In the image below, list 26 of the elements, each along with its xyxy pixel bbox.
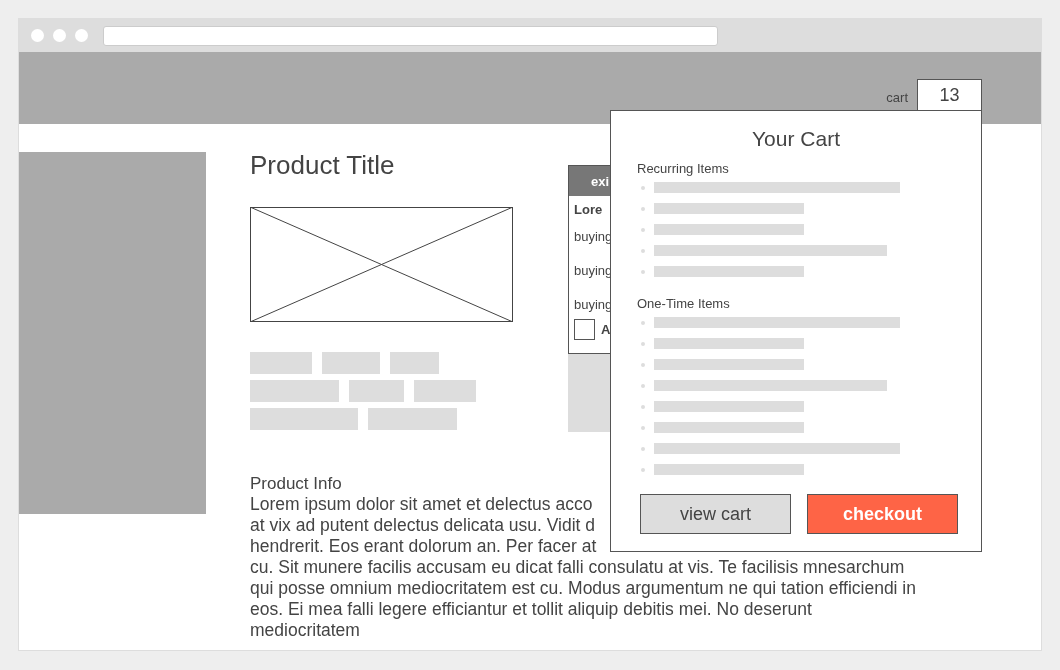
checkbox[interactable]	[574, 319, 595, 340]
card-heading: Lore	[574, 202, 603, 217]
checkbox-label: A	[601, 322, 611, 337]
section-heading: Product Info	[250, 474, 343, 494]
view-cart-button[interactable]: view cart	[640, 494, 791, 534]
window-control-icon[interactable]	[75, 29, 88, 42]
cart-label: cart	[886, 90, 908, 105]
dropdown-title: Your Cart	[751, 127, 841, 151]
address-field[interactable]	[103, 25, 718, 46]
window-control-icon[interactable]	[53, 29, 66, 42]
cart-count[interactable]: 13	[917, 79, 982, 112]
placeholder-bar	[414, 380, 476, 402]
paragraph-line: eos. Ei mea falli legere efficiantur et tollit aliquip debitis mei. No deserunt	[250, 599, 812, 620]
paragraph-line: at vix ad putent delectus delicata usu. Vidit d	[250, 515, 596, 536]
placeholder-bar	[349, 380, 404, 402]
section-label: One-Time Items	[637, 296, 731, 311]
placeholder-bar	[322, 352, 380, 374]
window-control-icon[interactable]	[31, 29, 44, 42]
placeholder-bar	[250, 352, 312, 374]
paragraph-line: qui posse omnium mediocritatem est cu. Modus argumentum ne qui tation efficiendi in	[250, 578, 916, 599]
paragraph-line: cu. Sit munere facilis accusam eu dicat falli consulatu at vis. Te facilisis mnesarchum	[250, 557, 905, 578]
paragraph-line: mediocritatem	[250, 620, 360, 641]
placeholder-bar	[390, 352, 439, 374]
product-title: Product Title	[250, 150, 396, 180]
paragraph-line: Lorem ipsum dolor sit amet et delectus acco	[250, 494, 593, 515]
paragraph-line: hendrerit. Eos erant dolorum an. Per facer at	[250, 536, 597, 557]
